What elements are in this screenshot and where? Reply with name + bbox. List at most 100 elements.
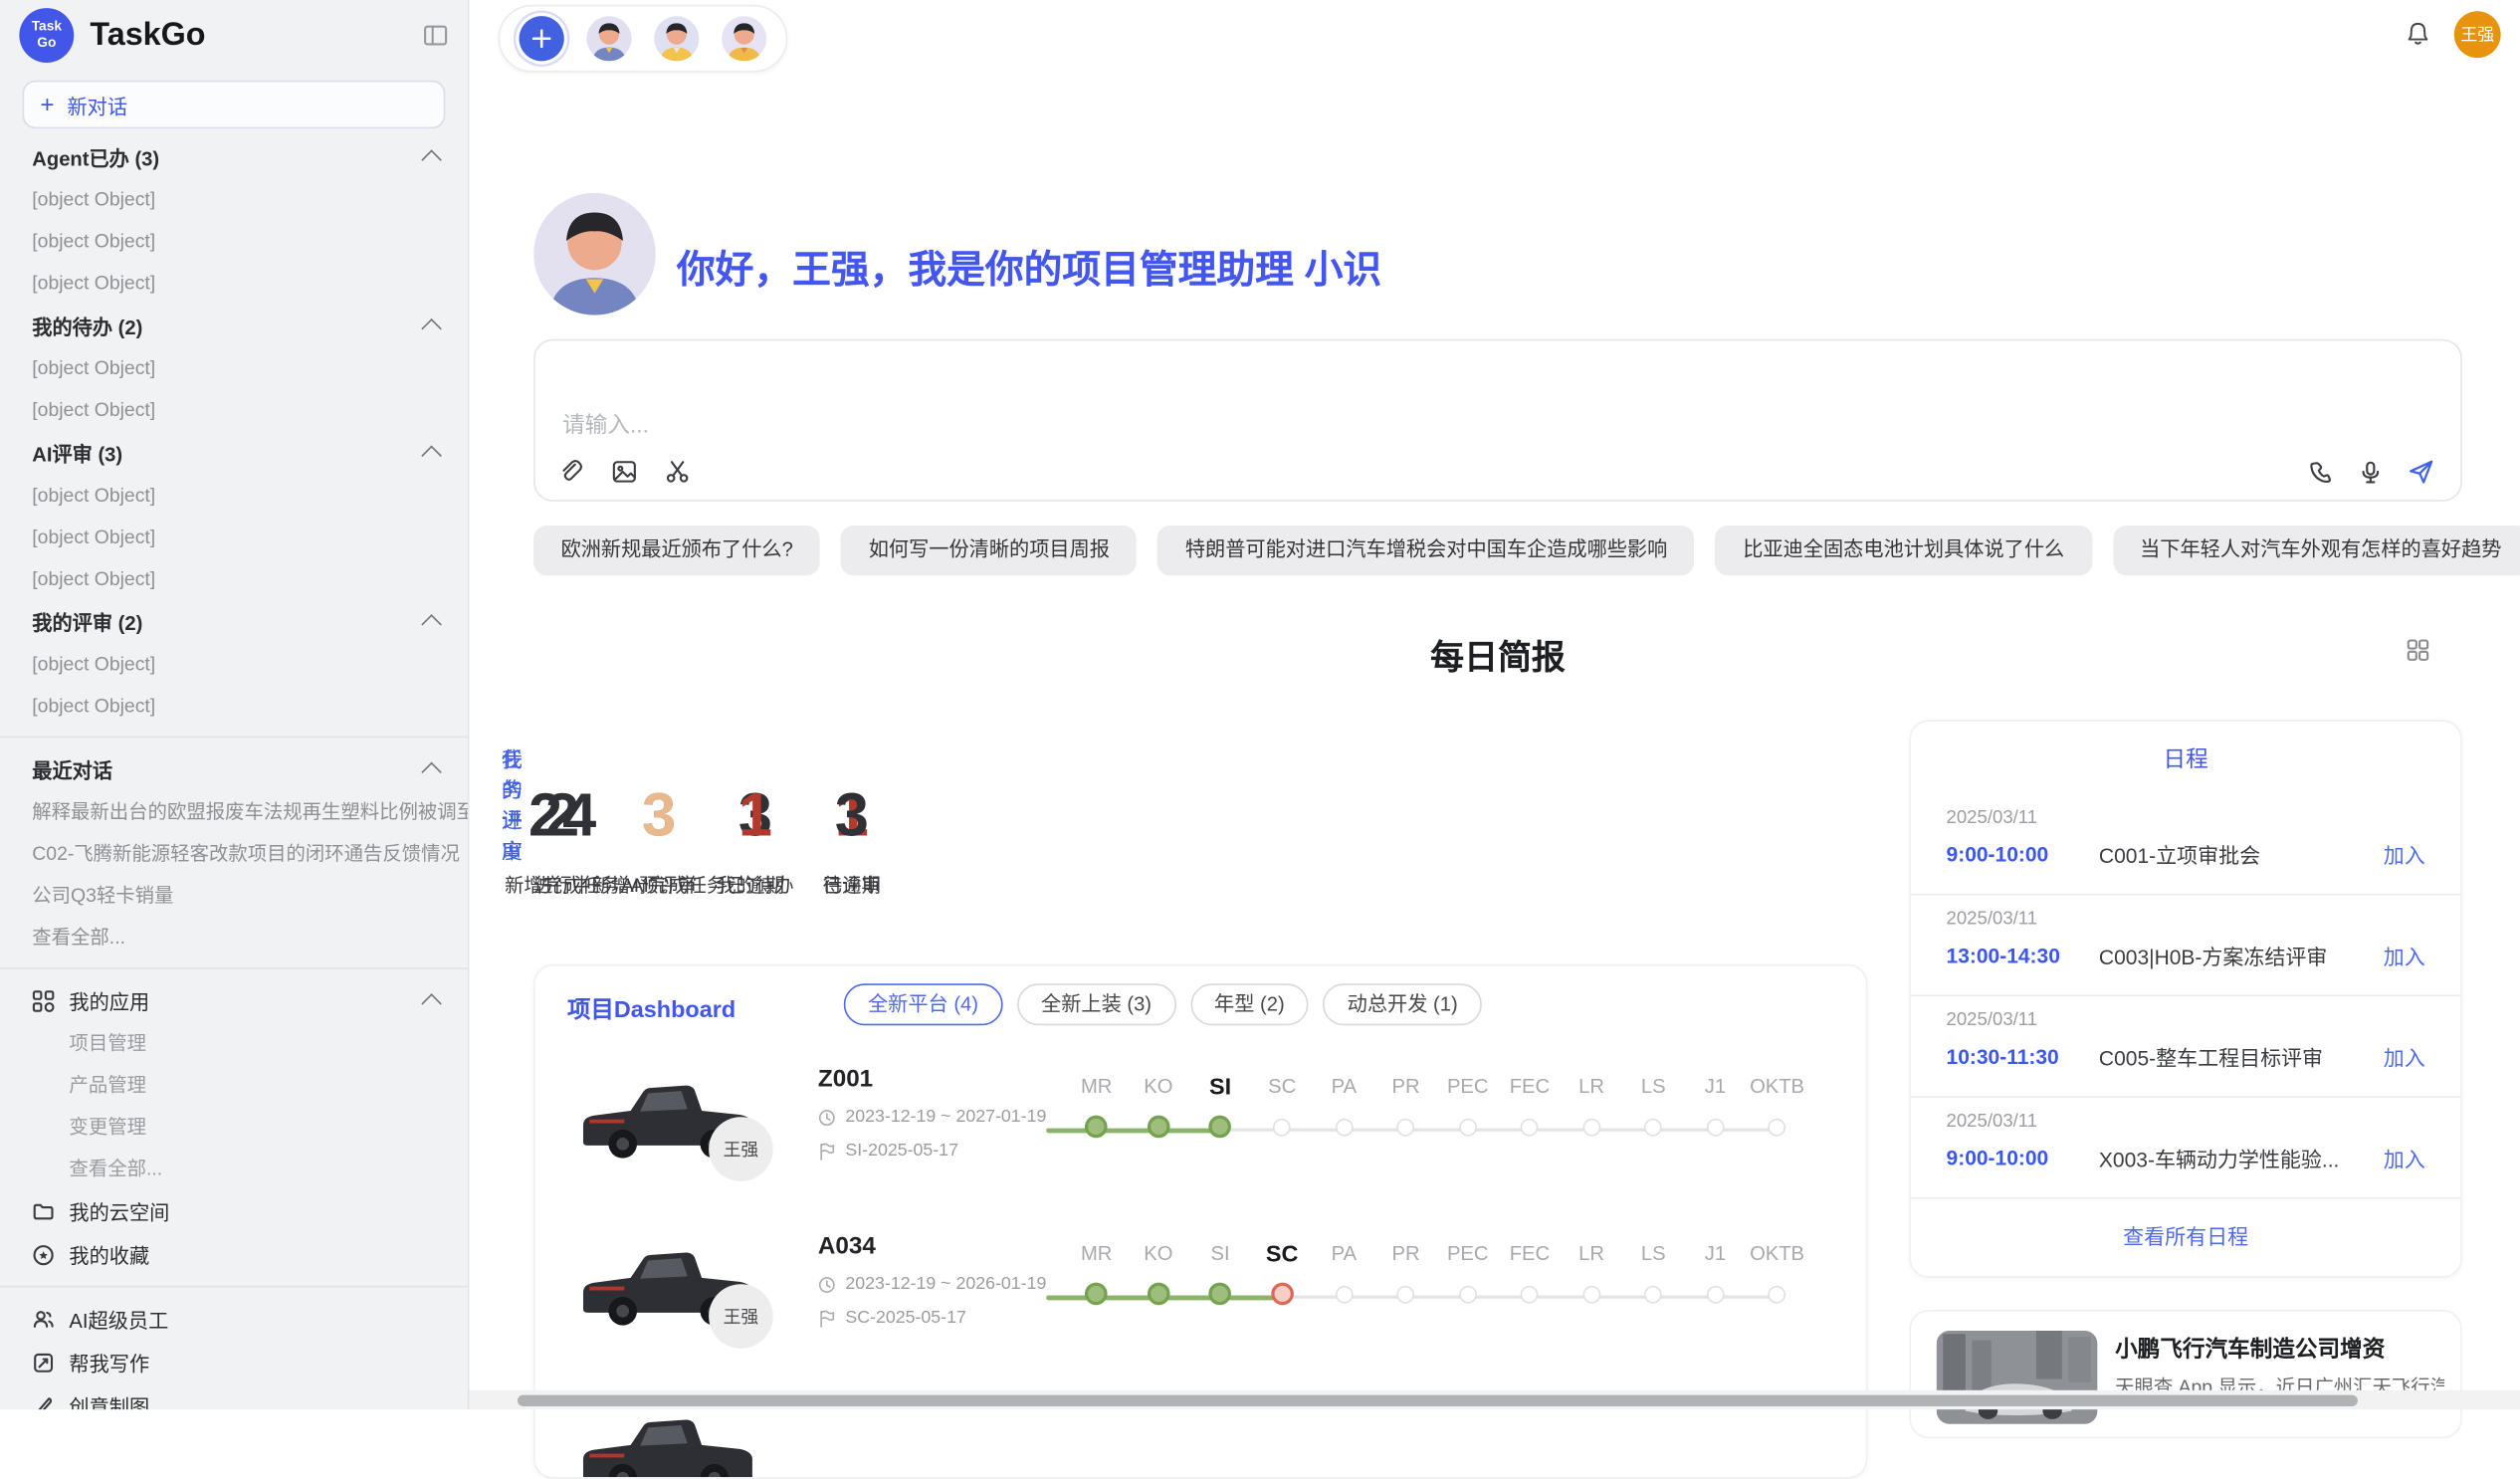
attachment-icon[interactable] — [557, 458, 584, 485]
chat-input-box[interactable]: 请输入... — [533, 339, 2462, 502]
project-row[interactable]: 王强 A034 2023-12-19 ~ 2026-01-19 — [535, 1210, 1866, 1377]
dashboard-filter-chip[interactable]: 全新上装 (3) — [1017, 983, 1175, 1025]
assistant-switcher — [499, 5, 788, 73]
suggestion-chip[interactable]: 特朗普可能对进口汽车增税会对中国车企造成哪些影响 — [1157, 526, 1694, 575]
milestone: PEC — [1437, 1242, 1499, 1305]
suggestion-chips: 欧洲新规最近颁布了什么? 如何写一份清晰的项目周报 特朗普可能对进口汽车增税会对… — [533, 526, 2520, 575]
new-chat-label: 新对话 — [67, 90, 127, 120]
my-apps-row[interactable]: 我的应用 — [0, 978, 468, 1022]
schedule-event: 2025/03/11 9:00-10:00 X003-车辆动力学性能验... 加… — [1911, 1098, 2460, 1199]
recent-header[interactable]: 最近对话 — [0, 747, 468, 791]
suggestion-chip[interactable]: 比亚迪全固态电池计划具体说了什么 — [1716, 526, 2092, 575]
sidebar-section: 我的待办 (2) [object Object] [object Object] — [0, 304, 468, 431]
event-date: 2025/03/11 — [1947, 1112, 2425, 1131]
recent-conversation-item[interactable]: 解释最新出台的欧盟报废车法规再生塑料比例被调至15%... — [0, 790, 468, 832]
milestone-label: PEC — [1447, 1242, 1489, 1271]
microphone-icon[interactable] — [2358, 459, 2384, 485]
milestone-label: KO — [1144, 1242, 1172, 1271]
my-favorites-row[interactable]: 我的收藏 — [0, 1233, 468, 1277]
suggestion-chip[interactable]: 欧洲新规最近颁布了什么? — [533, 526, 820, 575]
milestone-node — [1582, 1286, 1600, 1304]
recent-conversation-item[interactable]: 公司Q3轻卡销量 — [0, 874, 468, 916]
dashboard-filters: 全新平台 (4) 全新上装 (3) 年型 (2) 动总开发 (1) — [844, 983, 1482, 1025]
sidebar-task-item[interactable]: [object Object] — [0, 557, 468, 599]
my-cloud-row[interactable]: 我的云空间 — [0, 1189, 468, 1233]
event-join-link[interactable]: 加入 — [2384, 1143, 2425, 1173]
section-header[interactable]: 我的评审 (2) — [0, 599, 468, 643]
milestone-label: PA — [1332, 1242, 1357, 1271]
send-icon[interactable] — [2408, 458, 2434, 485]
new-chat-button[interactable]: + 新对话 — [23, 81, 446, 128]
milestone-node — [1271, 1283, 1294, 1306]
event-title: X003-车辆动力学性能验... — [2099, 1143, 2384, 1173]
event-join-link[interactable]: 加入 — [2384, 1041, 2425, 1072]
section-header[interactable]: Agent已办 (3) — [0, 135, 468, 179]
sidebar-task-item[interactable]: [object Object] — [0, 474, 468, 516]
event-time: 9:00-10:00 — [1947, 842, 2099, 866]
milestone-node — [1148, 1116, 1170, 1139]
milestone-node — [1148, 1283, 1170, 1306]
section-title: 我的待办 (2) — [32, 311, 142, 341]
event-join-link[interactable]: 加入 — [2384, 941, 2425, 971]
my-cloud-label: 我的云空间 — [69, 1195, 169, 1226]
sidebar-task-item[interactable]: [object Object] — [0, 516, 468, 557]
milestone-node — [1582, 1119, 1600, 1137]
milestone: OKTB — [1746, 1242, 1807, 1305]
my-apps-subitem[interactable]: 产品管理 — [0, 1064, 468, 1106]
sidebar-task-item[interactable]: [object Object] — [0, 178, 468, 220]
project-row[interactable]: 王强 Z001 2023-12-19 ~ 2027-01-19 — [535, 1043, 1866, 1210]
stat-item: 3 AI预评审 — [611, 784, 708, 898]
dashboard-filter-chip[interactable]: 动总开发 (1) — [1323, 983, 1481, 1025]
assistant-avatar-2[interactable] — [654, 16, 699, 61]
scrollbar-thumb[interactable] — [518, 1394, 2358, 1405]
section-header[interactable]: 我的待办 (2) — [0, 304, 468, 347]
recent-conversation-item[interactable]: C02-飞腾新能源轻客改款项目的闭环通告反馈情况 — [0, 832, 468, 874]
milestone-label: KO — [1144, 1075, 1172, 1104]
sidebar-task-item[interactable]: [object Object] — [0, 220, 468, 262]
assistant-avatar-1[interactable] — [586, 16, 631, 61]
image-icon[interactable] — [611, 458, 638, 485]
dashboard-filter-chip[interactable]: 全新平台 (4) — [844, 983, 1002, 1025]
milestone-label: LR — [1578, 1075, 1604, 1104]
sidebar-task-item[interactable]: [object Object] — [0, 347, 468, 389]
news-card[interactable]: 小鹏飞行汽车制造公司增资 天眼查 App 显示，近日广州汇天飞行汽... — [1909, 1310, 2461, 1438]
assistant-avatar-3[interactable] — [722, 16, 766, 61]
dashboard-filter-chip[interactable]: 年型 (2) — [1190, 983, 1309, 1025]
sidebar-task-item[interactable]: [object Object] — [0, 389, 468, 431]
chevron-up-icon — [421, 613, 442, 634]
project-code: A034 — [818, 1233, 1046, 1260]
milestone-node — [1397, 1286, 1415, 1304]
milestone-node — [1085, 1283, 1108, 1306]
sidebar-task-item[interactable]: [object Object] — [0, 262, 468, 304]
milestone: J1 — [1684, 1242, 1746, 1305]
suggestion-chip[interactable]: 如何写一份清晰的项目周报 — [841, 526, 1137, 575]
people-icon — [32, 1308, 55, 1331]
milestone: FEC — [1499, 1242, 1561, 1305]
creative-drawing-row[interactable]: 创意制图 — [0, 1383, 468, 1409]
milestone-label: SI — [1209, 1075, 1231, 1104]
milestone-node — [1707, 1119, 1725, 1137]
sidebar-task-item[interactable]: [object Object] — [0, 685, 468, 727]
briefing-layout-icon[interactable] — [2406, 638, 2429, 662]
scissors-icon[interactable] — [664, 458, 691, 485]
my-apps-subitem[interactable]: 项目管理 — [0, 1022, 468, 1064]
add-assistant-button[interactable] — [520, 16, 564, 61]
sidebar-section: AI评审 (3) [object Object] [object Object]… — [0, 431, 468, 600]
my-apps-subitem[interactable]: 查看全部... — [0, 1148, 468, 1189]
collapse-sidebar-icon[interactable] — [423, 23, 449, 49]
milestone-label: PEC — [1447, 1075, 1489, 1104]
view-all-schedule-link[interactable]: 查看所有日程 — [1911, 1220, 2460, 1251]
phone-icon[interactable] — [2308, 459, 2334, 485]
event-join-link[interactable]: 加入 — [2384, 839, 2425, 870]
schedule-event: 2025/03/11 13:00-14:30 C003|H0B-方案冻结评审 加… — [1911, 895, 2460, 996]
user-avatar[interactable]: 王强 — [2454, 11, 2501, 58]
schedule-event: 2025/03/11 9:00-10:00 C001-立项审批会 加入 — [1911, 794, 2460, 896]
recent-conversation-item[interactable]: 查看全部... — [0, 916, 468, 957]
ai-super-staff-row[interactable]: AI超级员工 — [0, 1297, 468, 1341]
notification-bell-icon[interactable] — [2406, 21, 2429, 47]
my-apps-subitem[interactable]: 变更管理 — [0, 1106, 468, 1148]
help-me-write-row[interactable]: 帮我写作 — [0, 1341, 468, 1384]
sidebar-task-item[interactable]: [object Object] — [0, 643, 468, 685]
section-header[interactable]: AI评审 (3) — [0, 431, 468, 475]
suggestion-chip[interactable]: 当下年轻人对汽车外观有怎样的喜好趋势 — [2113, 526, 2520, 575]
